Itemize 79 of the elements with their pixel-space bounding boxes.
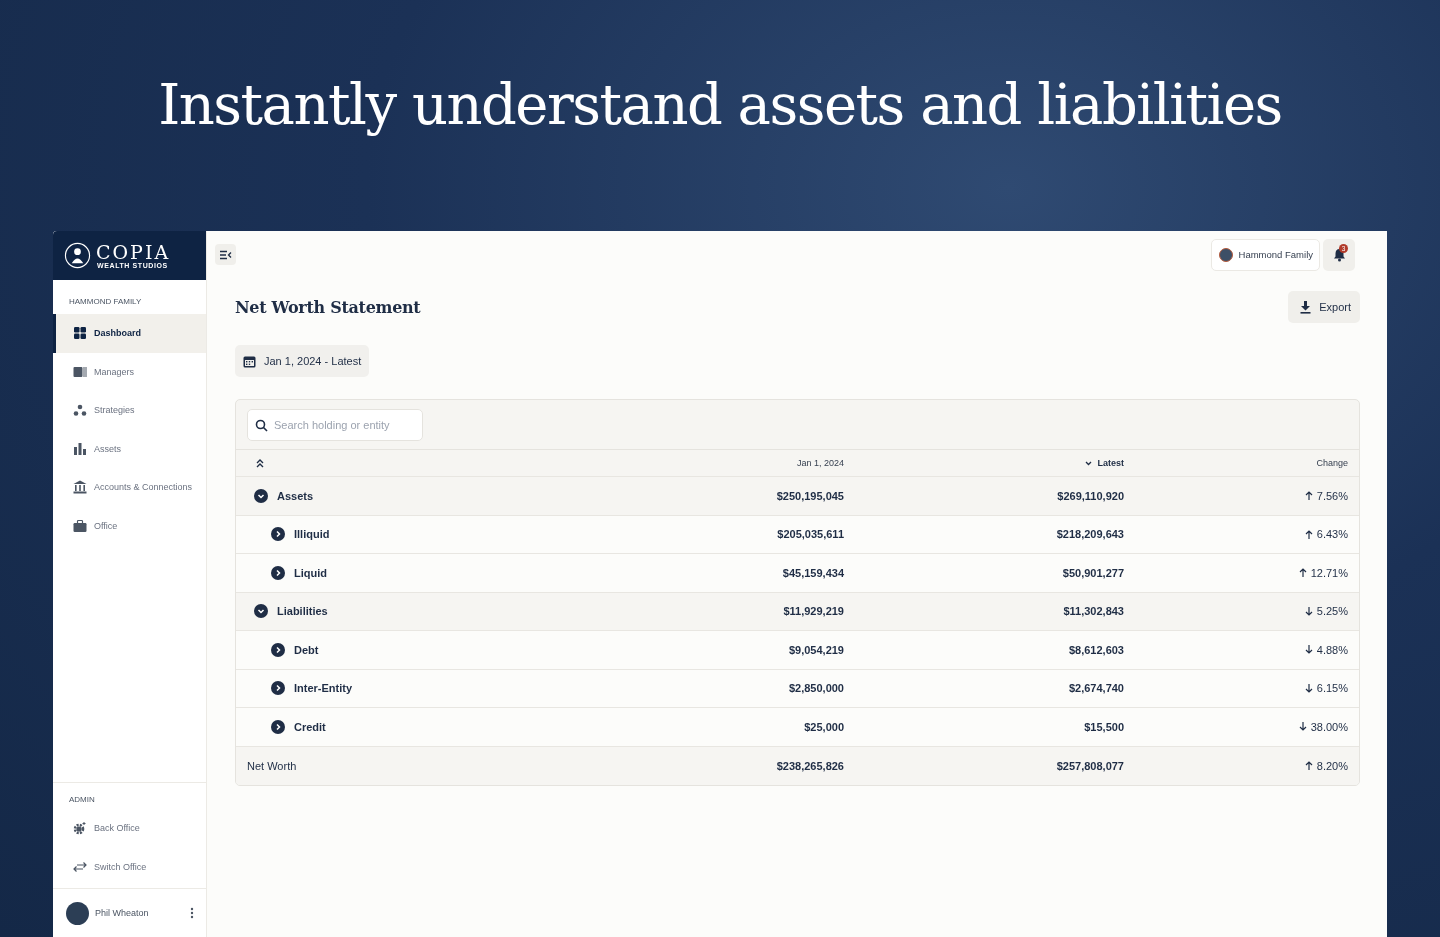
table-cell: 6.15% bbox=[1304, 682, 1348, 695]
id-card-icon bbox=[73, 364, 87, 379]
table-cell: 6.43% bbox=[1304, 528, 1348, 541]
table-cell: 7.56% bbox=[1304, 489, 1348, 502]
sidebar-item[interactable]: Dashboard bbox=[53, 314, 206, 353]
expand-icon[interactable] bbox=[271, 681, 285, 696]
column-header[interactable]: Change bbox=[1316, 458, 1348, 468]
sidebar-item[interactable]: Managers bbox=[53, 352, 206, 391]
table-cell: $218,209,643 bbox=[1056, 528, 1124, 541]
table-cell: $11,929,219 bbox=[783, 605, 844, 618]
table-cell: $238,265,826 bbox=[776, 759, 844, 772]
row-label: Illiquid bbox=[294, 528, 330, 541]
sidebar-item[interactable]: Accounts & Connections bbox=[53, 468, 206, 507]
page-title: Net Worth Statement bbox=[235, 297, 421, 317]
table-cell: $2,674,740 bbox=[1068, 682, 1124, 695]
row-label: Liquid bbox=[294, 566, 327, 579]
collapse-sidebar-button[interactable] bbox=[215, 244, 236, 265]
sort-caret-icon bbox=[1085, 460, 1093, 466]
table-cell: $257,808,077 bbox=[1056, 759, 1124, 772]
table-cell: $9,054,219 bbox=[788, 643, 844, 656]
dots-icon bbox=[73, 403, 87, 418]
expand-icon[interactable] bbox=[271, 642, 285, 657]
table-cell: $250,195,045 bbox=[776, 489, 844, 502]
calendar-icon bbox=[243, 354, 256, 368]
avatar bbox=[66, 901, 89, 925]
row-label: Net Worth bbox=[247, 759, 297, 772]
family-selector[interactable]: Hammond Family bbox=[1210, 238, 1320, 271]
headline: Instantly understand assets and liabilities bbox=[158, 72, 1282, 137]
download-icon bbox=[1300, 300, 1312, 314]
row-label: Credit bbox=[294, 720, 326, 733]
search-icon bbox=[255, 418, 268, 432]
section-label: HAMMOND FAMILY bbox=[68, 296, 143, 308]
table-cell: 38.00% bbox=[1298, 720, 1348, 733]
row-label: Debt bbox=[294, 643, 319, 656]
swap-arrows-icon bbox=[73, 859, 87, 874]
family-avatar bbox=[1218, 247, 1233, 262]
collapse-icon[interactable] bbox=[254, 604, 268, 619]
table-cell: $25,000 bbox=[804, 720, 844, 733]
more-options-icon[interactable] bbox=[190, 907, 194, 919]
gear-icon bbox=[73, 821, 87, 836]
table-cell: $205,035,611 bbox=[777, 528, 844, 541]
collapse-all-icon[interactable] bbox=[255, 458, 265, 468]
row-label: Liabilities bbox=[277, 605, 328, 618]
row-label: Assets bbox=[277, 489, 314, 502]
search-field[interactable]: Search holding or entity bbox=[247, 408, 423, 441]
row-label: Inter-Entity bbox=[294, 682, 353, 695]
sidebar-item[interactable]: Back Office bbox=[53, 809, 206, 848]
table-cell: 5.25% bbox=[1304, 605, 1348, 618]
column-header[interactable]: Jan 1, 2024 bbox=[796, 458, 844, 468]
expand-icon[interactable] bbox=[271, 719, 285, 734]
brand-name: COPIA bbox=[96, 242, 171, 262]
emblem-icon bbox=[64, 242, 91, 269]
date-range-button[interactable]: Jan 1, 2024 - Latest bbox=[235, 345, 370, 377]
user-name: Phil Wheaton bbox=[95, 908, 150, 918]
bank-icon bbox=[73, 480, 87, 495]
table-cell: 8.20% bbox=[1304, 759, 1348, 772]
table-cell: $11,302,843 bbox=[1063, 605, 1124, 618]
grid-icon bbox=[73, 326, 87, 341]
sidebar-item[interactable]: Switch Office bbox=[53, 847, 206, 886]
export-button[interactable]: Export bbox=[1288, 291, 1360, 323]
bar-chart-icon bbox=[73, 441, 87, 456]
expand-icon[interactable] bbox=[271, 527, 285, 542]
column-header[interactable]: Latest bbox=[1085, 458, 1124, 468]
sidebar-item[interactable]: Strategies bbox=[53, 391, 206, 430]
briefcase-icon bbox=[73, 518, 87, 533]
table-cell: $269,110,920 bbox=[1057, 489, 1124, 502]
sidebar-item[interactable]: Assets bbox=[53, 429, 206, 468]
table-cell: $50,901,277 bbox=[1062, 566, 1124, 579]
sidebar-item[interactable]: Office bbox=[53, 506, 206, 545]
table-cell: $8,612,603 bbox=[1068, 643, 1124, 656]
table-cell: 4.88% bbox=[1304, 643, 1348, 656]
table-cell: $45,159,434 bbox=[782, 566, 844, 579]
table-cell: $2,850,000 bbox=[788, 682, 844, 695]
table-cell: 12.71% bbox=[1298, 566, 1348, 579]
expand-icon[interactable] bbox=[271, 565, 285, 580]
collapse-menu-icon bbox=[219, 249, 232, 260]
collapse-icon[interactable] bbox=[254, 488, 268, 503]
table-cell: $15,500 bbox=[1084, 720, 1124, 733]
section-label: ADMIN bbox=[68, 794, 96, 806]
